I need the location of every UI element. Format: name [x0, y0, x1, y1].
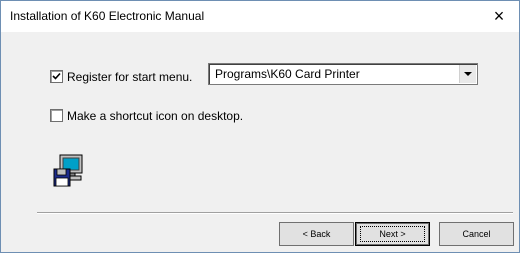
- program-folder-dropdown[interactable]: Programs\K60 Card Printer: [208, 63, 478, 85]
- register-start-menu-label[interactable]: Register for start menu.: [67, 70, 192, 84]
- next-button-label: Next >: [379, 229, 406, 239]
- close-icon: ×: [493, 6, 505, 26]
- computer-floppy-icon: [53, 154, 83, 187]
- desktop-shortcut-label[interactable]: Make a shortcut icon on desktop.: [67, 109, 243, 123]
- cancel-button[interactable]: Cancel: [439, 222, 514, 246]
- separator-highlight: [37, 213, 513, 214]
- next-button[interactable]: Next >: [355, 222, 430, 246]
- title-bar[interactable]: Installation of K60 Electronic Manual ×: [1, 1, 519, 32]
- register-start-menu-checkbox[interactable]: [50, 70, 63, 83]
- back-button-label: < Back: [302, 229, 331, 239]
- desktop-shortcut-checkbox[interactable]: [50, 109, 63, 122]
- chevron-down-icon: [464, 72, 472, 76]
- window-title: Installation of K60 Electronic Manual: [10, 9, 205, 23]
- checkmark-icon: [52, 72, 61, 80]
- dropdown-arrow-button[interactable]: [459, 65, 476, 83]
- installer-dialog: Installation of K60 Electronic Manual × …: [0, 0, 520, 253]
- back-button[interactable]: < Back: [279, 222, 354, 246]
- cancel-button-label: Cancel: [462, 229, 491, 239]
- dialog-body: Register for start menu. Programs\K60 Ca…: [1, 32, 519, 252]
- close-button[interactable]: ×: [479, 1, 519, 32]
- program-folder-value: Programs\K60 Card Printer: [215, 67, 360, 81]
